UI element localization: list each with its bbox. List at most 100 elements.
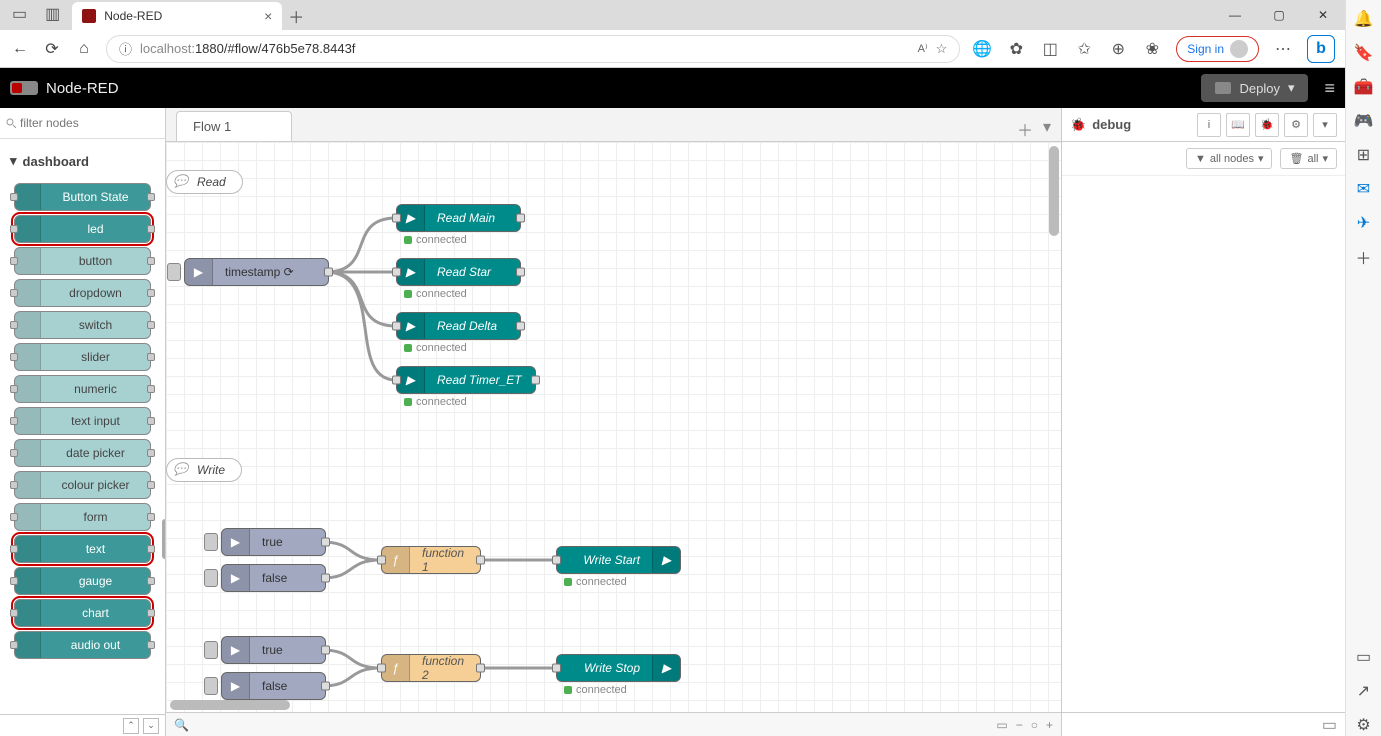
help-tab-button[interactable]: 📖 bbox=[1226, 113, 1250, 137]
filter-nodes-input[interactable] bbox=[6, 116, 159, 130]
node-true-1[interactable]: ▶ true bbox=[221, 528, 326, 556]
node-false-1[interactable]: ▶ false bbox=[221, 564, 326, 592]
minimize-button[interactable]: — bbox=[1213, 0, 1257, 30]
browser-tab[interactable]: Node-RED × bbox=[72, 2, 282, 30]
node-function-2[interactable]: ƒ function 2 bbox=[381, 654, 481, 682]
canvas-hscroll[interactable] bbox=[170, 700, 290, 710]
flow-tab[interactable]: Flow 1 bbox=[176, 111, 292, 141]
search-icon[interactable]: 🔍 bbox=[174, 718, 189, 732]
palette-node-chart[interactable]: chart bbox=[14, 599, 151, 627]
new-tab-button[interactable]: ＋ bbox=[282, 2, 310, 30]
category-dashboard[interactable]: ▾ dashboard bbox=[6, 143, 159, 179]
node-timestamp[interactable]: ▶ timestamp ⟳ bbox=[184, 258, 329, 286]
share-icon[interactable]: ↗ bbox=[1353, 680, 1375, 702]
palette-resize-handle[interactable] bbox=[162, 519, 165, 559]
palette-node-gauge[interactable]: gauge bbox=[14, 567, 151, 595]
tag-icon[interactable]: 🔖 bbox=[1353, 42, 1375, 64]
flow-canvas[interactable]: Read Write ▶ timestamp ⟳ ▶ Read Main con… bbox=[166, 142, 1061, 712]
palette-node-text[interactable]: text bbox=[14, 535, 151, 563]
office-icon[interactable]: ⊞ bbox=[1353, 144, 1375, 166]
palette-node-text-input[interactable]: text input bbox=[14, 407, 151, 435]
node-read-main[interactable]: ▶ Read Main bbox=[396, 204, 521, 232]
navigator-icon[interactable]: ▭ bbox=[996, 718, 1007, 732]
clear-button[interactable]: 🗑 all ▾ bbox=[1280, 148, 1337, 169]
palette-node-colour-picker[interactable]: colour picker bbox=[14, 471, 151, 499]
bing-button[interactable]: b bbox=[1307, 35, 1335, 63]
bell-icon[interactable]: 🔔 bbox=[1353, 8, 1375, 30]
info-tab-button[interactable]: i bbox=[1197, 113, 1221, 137]
url-input[interactable]: ⓘ localhost:1880/#flow/476b5e78.8443f A⁾… bbox=[106, 35, 960, 63]
palette-node-button[interactable]: button bbox=[14, 247, 151, 275]
palette-collapse-button[interactable]: ⌃ bbox=[123, 718, 139, 734]
group-read-label[interactable]: Read bbox=[166, 170, 243, 194]
split-icon[interactable]: ◫ bbox=[1040, 39, 1060, 59]
node-function-1[interactable]: ƒ function 1 bbox=[381, 546, 481, 574]
home-button[interactable]: ⌂ bbox=[74, 39, 94, 59]
settings-icon[interactable]: ⚙ bbox=[1353, 714, 1375, 736]
workspace-icon[interactable]: ▭ bbox=[12, 4, 27, 24]
palette-node-numeric[interactable]: numeric bbox=[14, 375, 151, 403]
inject-button[interactable] bbox=[204, 533, 218, 551]
flow-menu-button[interactable]: ▾ bbox=[1043, 117, 1051, 141]
arrow-icon: ▶ bbox=[652, 547, 680, 573]
config-tab-button[interactable]: ⚙ bbox=[1284, 113, 1308, 137]
read-aloud-icon[interactable]: A⁾ bbox=[918, 42, 928, 55]
zoom-in-icon[interactable]: + bbox=[1046, 718, 1053, 732]
zoom-out-icon[interactable]: − bbox=[1016, 718, 1023, 732]
trash-icon: 🗑 bbox=[1289, 152, 1303, 165]
favorite-icon[interactable]: ☆ bbox=[936, 41, 948, 57]
close-tab-icon[interactable]: × bbox=[264, 8, 272, 24]
node-true-2[interactable]: ▶ true bbox=[221, 636, 326, 664]
zoom-reset-icon[interactable]: ○ bbox=[1031, 718, 1038, 732]
send-icon[interactable]: ✈ bbox=[1353, 212, 1375, 234]
palette-node-slider[interactable]: slider bbox=[14, 343, 151, 371]
chevron-down-icon: ▾ bbox=[1322, 152, 1328, 165]
signin-button[interactable]: Sign in bbox=[1176, 36, 1259, 62]
node-write-start[interactable]: Write Start ▶ bbox=[556, 546, 681, 574]
plus-icon[interactable]: ＋ bbox=[1353, 246, 1375, 268]
main-menu-button[interactable]: ≡ bbox=[1324, 78, 1335, 99]
palette-node-form[interactable]: form bbox=[14, 503, 151, 531]
inject-button[interactable] bbox=[204, 677, 218, 695]
canvas-vscroll[interactable] bbox=[1049, 146, 1059, 236]
debug-tab-button[interactable]: 🐞 bbox=[1255, 113, 1279, 137]
refresh-button[interactable]: ⟳ bbox=[42, 39, 62, 59]
deploy-button[interactable]: Deploy ▾ bbox=[1201, 74, 1308, 102]
inject-button[interactable] bbox=[167, 263, 181, 281]
collections-icon[interactable]: ⊕ bbox=[1108, 39, 1128, 59]
favorites-icon[interactable]: ✩ bbox=[1074, 39, 1094, 59]
menu-icon[interactable]: ⋯ bbox=[1273, 39, 1293, 59]
more-tab-button[interactable]: ▾ bbox=[1313, 113, 1337, 137]
inject-button[interactable] bbox=[204, 569, 218, 587]
inject-button[interactable] bbox=[204, 641, 218, 659]
node-write-stop[interactable]: Write Stop ▶ bbox=[556, 654, 681, 682]
add-flow-button[interactable]: ＋ bbox=[1017, 117, 1033, 141]
palette-node-Button-State[interactable]: Button State bbox=[14, 183, 151, 211]
debug-tab[interactable]: 🐞 debug bbox=[1070, 117, 1131, 133]
node-read-timer[interactable]: ▶ Read Timer_ET bbox=[396, 366, 536, 394]
arrow-icon: ▶ bbox=[222, 637, 250, 663]
node-read-delta[interactable]: ▶ Read Delta bbox=[396, 312, 521, 340]
outlook-icon[interactable]: ✉ bbox=[1353, 178, 1375, 200]
ext1-icon[interactable]: 🌐 bbox=[972, 39, 992, 59]
palette-node-date-picker[interactable]: date picker bbox=[14, 439, 151, 467]
extensions-icon[interactable]: ✿ bbox=[1006, 39, 1026, 59]
maximize-button[interactable]: ▢ bbox=[1257, 0, 1301, 30]
palette-node-audio-out[interactable]: audio out bbox=[14, 631, 151, 659]
panel-icon[interactable]: ▭ bbox=[1353, 646, 1375, 668]
close-window-button[interactable]: ✕ bbox=[1301, 0, 1345, 30]
node-false-2[interactable]: ▶ false bbox=[221, 672, 326, 700]
tabs-icon[interactable]: ▥ bbox=[45, 4, 60, 24]
back-button[interactable]: ← bbox=[10, 39, 30, 59]
ext2-icon[interactable]: ❀ bbox=[1142, 39, 1162, 59]
palette-expand-button[interactable]: ⌄ bbox=[143, 718, 159, 734]
filter-nodes-button[interactable]: ▼ all nodes ▾ bbox=[1186, 148, 1272, 169]
open-window-icon[interactable]: ▭ bbox=[1322, 715, 1337, 735]
toolbox-icon[interactable]: 🧰 bbox=[1353, 76, 1375, 98]
node-read-star[interactable]: ▶ Read Star bbox=[396, 258, 521, 286]
palette-node-led[interactable]: led bbox=[14, 215, 151, 243]
games-icon[interactable]: 🎮 bbox=[1353, 110, 1375, 132]
palette-node-switch[interactable]: switch bbox=[14, 311, 151, 339]
group-write-label[interactable]: Write bbox=[166, 458, 242, 482]
palette-node-dropdown[interactable]: dropdown bbox=[14, 279, 151, 307]
